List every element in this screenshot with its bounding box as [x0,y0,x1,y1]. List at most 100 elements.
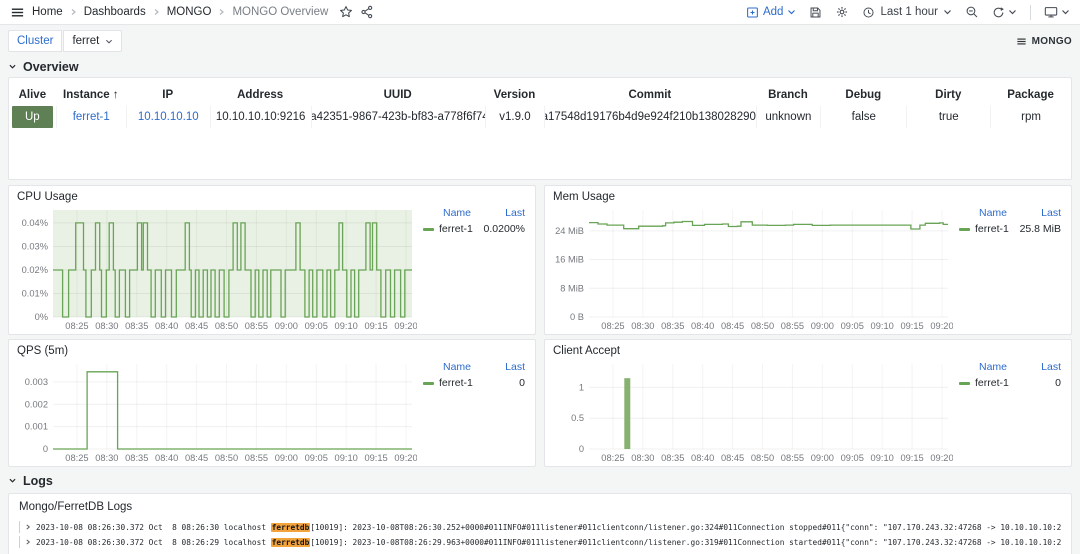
legend-name-header[interactable]: Name [443,207,471,219]
logs-section-title: Logs [23,474,53,488]
svg-text:08:25: 08:25 [601,321,624,331]
time-range-picker[interactable]: Last 1 hour [862,6,952,19]
sort-ascending-icon: ↑ [113,89,119,101]
svg-text:09:20: 09:20 [930,321,953,331]
chevron-right-icon [218,8,225,16]
series-name[interactable]: ferret-1 [439,223,473,235]
svg-text:08:55: 08:55 [781,453,804,463]
logs-section-header[interactable]: Logs [8,470,1072,491]
ip-link[interactable]: 10.10.10.10 [138,111,199,123]
panel-title[interactable]: QPS (5m) [17,345,527,357]
cell-ip: 10.10.10.10 [126,106,210,128]
zoom-out-icon[interactable] [965,5,979,19]
log-message: 2023-10-08 08:26:30.372 Oct 8 08:26:30 l… [36,523,1061,532]
column-header-debug[interactable]: Debug [820,89,906,101]
svg-text:08:30: 08:30 [631,321,654,331]
panel-title[interactable]: Mongo/FerretDB Logs [19,501,1061,513]
series-name[interactable]: ferret-1 [975,377,1009,389]
kiosk-mode-button[interactable] [1044,5,1070,19]
svg-text:0.5: 0.5 [571,413,584,423]
add-button[interactable]: Add [746,6,796,19]
svg-text:08:40: 08:40 [691,453,714,463]
column-header-alive[interactable]: Alive [9,89,56,101]
legend-name-header[interactable]: Name [443,361,471,373]
column-header-address[interactable]: Address [210,89,311,101]
column-header-package[interactable]: Package [990,89,1071,101]
overview-section-header[interactable]: Overview [8,56,1072,77]
cluster-variable-dropdown[interactable]: ferret [63,30,122,52]
legend: Name Last ferret-1 0 [417,358,527,464]
svg-text:0.003: 0.003 [25,377,48,387]
svg-text:08:25: 08:25 [65,453,88,463]
mem-usage-chart: 08:2508:3008:3508:4008:4508:5008:5509:00… [553,204,953,332]
series-name[interactable]: ferret-1 [439,377,473,389]
hamburger-menu-icon[interactable] [10,5,25,20]
column-header-dirty[interactable]: Dirty [906,89,990,101]
svg-text:09:10: 09:10 [335,453,358,463]
series-last-value: 0.0200% [484,223,525,235]
log-line[interactable]: 2023-10-08 08:26:30.372 Oct 8 08:26:30 l… [19,521,1061,533]
legend-name-header[interactable]: Name [979,207,1007,219]
legend-last-header[interactable]: Last [505,207,525,219]
clock-icon [862,6,875,19]
star-icon[interactable] [339,5,353,19]
expand-log-icon[interactable] [25,523,31,531]
svg-text:08:30: 08:30 [631,453,654,463]
svg-text:08:35: 08:35 [661,453,684,463]
svg-text:09:15: 09:15 [900,321,923,331]
cell-instance: ferret-1 [56,106,126,128]
legend: Name Last ferret-1 25.8 MiB [953,204,1063,332]
cell-version: v1.9.0 [485,106,544,128]
logs-panel: Mongo/FerretDB Logs 2023-10-08 08:26:30.… [8,493,1072,554]
expand-log-icon[interactable] [25,538,31,546]
panel-title[interactable]: Mem Usage [553,191,1063,203]
legend-last-header[interactable]: Last [505,361,525,373]
cluster-variable-control: Cluster ferret [8,30,122,52]
svg-text:0.001: 0.001 [25,422,48,432]
svg-text:09:15: 09:15 [900,453,923,463]
svg-text:09:05: 09:05 [305,321,328,331]
panel-title[interactable]: CPU Usage [17,191,527,203]
cell-branch: unknown [756,106,821,128]
share-icon[interactable] [360,5,374,19]
column-header-ip[interactable]: IP [126,89,210,101]
instance-link[interactable]: ferret-1 [73,111,110,123]
log-line[interactable]: 2023-10-08 08:26:30.372 Oct 8 08:26:29 l… [19,536,1061,548]
overview-table-panel: Alive Instance ↑ IP Address UUID Version… [8,77,1072,180]
legend: Name Last ferret-1 0 [953,358,1063,464]
column-header-version[interactable]: Version [485,89,544,101]
svg-text:0: 0 [43,444,48,454]
svg-text:08:35: 08:35 [661,321,684,331]
breadcrumb-home[interactable]: Home [32,6,63,18]
legend-last-header[interactable]: Last [1041,207,1061,219]
top-navigation: Home Dashboards MONGO MONGO Overview Add… [0,0,1080,25]
refresh-button[interactable] [992,6,1017,19]
dashboard-content: Overview Alive Instance ↑ IP Address UUI… [0,56,1080,554]
svg-text:09:00: 09:00 [811,453,834,463]
column-header-instance[interactable]: Instance ↑ [56,89,126,101]
column-header-branch[interactable]: Branch [756,89,821,101]
legend-last-header[interactable]: Last [1041,361,1061,373]
mongo-dashboards-menu[interactable]: MONGO [1016,36,1072,47]
dashboard-settings-icon[interactable] [835,5,849,19]
column-header-instance-label: Instance [63,89,110,101]
svg-text:08:45: 08:45 [185,453,208,463]
breadcrumb-mongo[interactable]: MONGO [167,6,212,18]
svg-text:0.04%: 0.04% [22,218,48,228]
dashboard-controls-row: Cluster ferret MONGO [0,25,1080,56]
column-header-commit[interactable]: Commit [544,89,755,101]
breadcrumb-dashboards[interactable]: Dashboards [84,6,146,18]
series-name[interactable]: ferret-1 [975,223,1009,235]
svg-text:09:15: 09:15 [364,453,387,463]
svg-text:09:20: 09:20 [930,453,953,463]
svg-text:09:20: 09:20 [394,321,417,331]
svg-text:08:25: 08:25 [65,321,88,331]
column-header-uuid[interactable]: UUID [311,89,485,101]
monitor-icon [1044,5,1058,19]
svg-text:08:30: 08:30 [95,321,118,331]
save-dashboard-icon[interactable] [809,6,822,19]
legend-name-header[interactable]: Name [979,361,1007,373]
series-swatch [423,382,434,385]
panel-title[interactable]: Client Accept [553,345,1063,357]
svg-text:09:05: 09:05 [841,453,864,463]
